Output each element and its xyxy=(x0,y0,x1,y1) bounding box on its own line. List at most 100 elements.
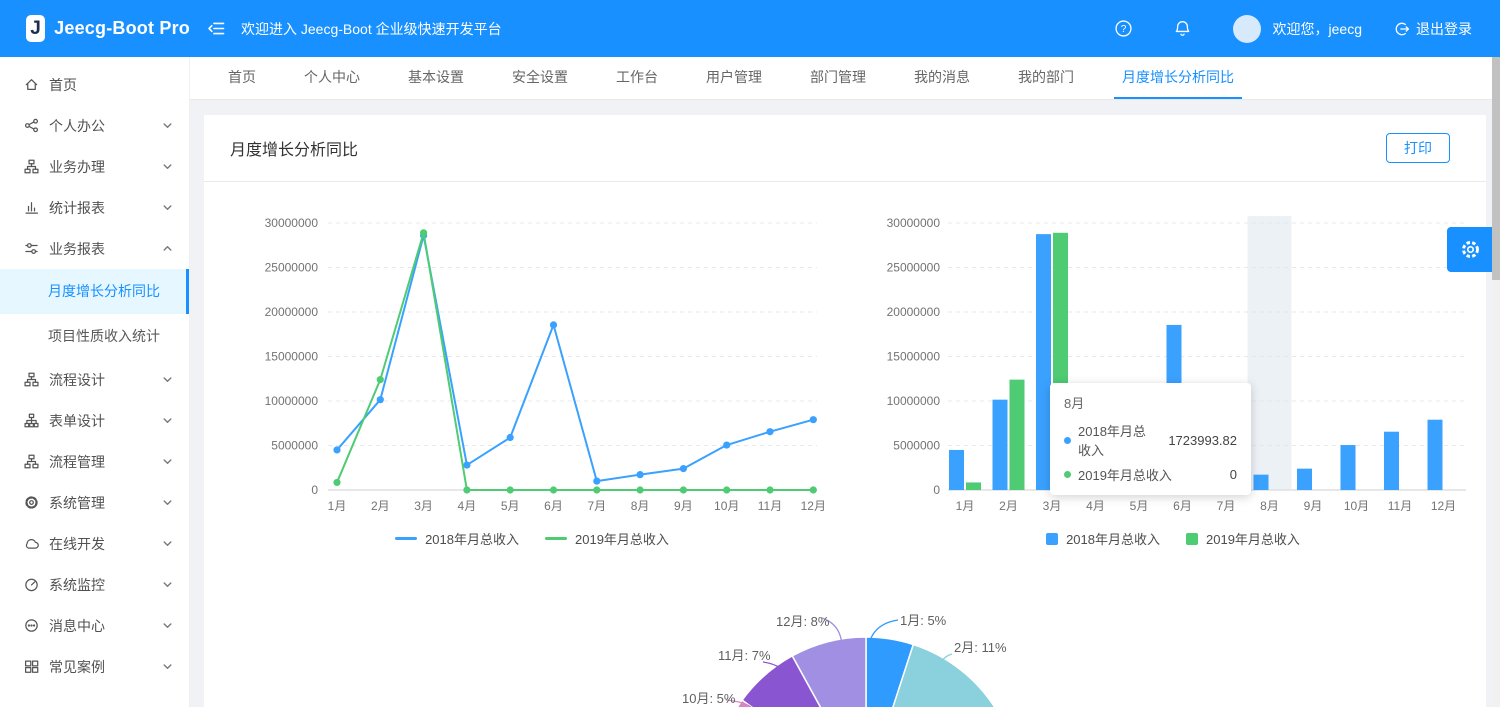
legend-item[interactable]: 2018年月总收入 xyxy=(395,529,519,548)
welcome-text: 欢迎进入 Jeecg-Boot 企业级快速开发平台 xyxy=(241,20,502,37)
tab-6[interactable]: 用户管理 xyxy=(698,57,770,99)
pie-label-2月: 2月: 11% xyxy=(954,640,1007,655)
bell-icon[interactable] xyxy=(1174,20,1191,38)
sidebar-item-3[interactable]: 业务办理 xyxy=(0,146,189,187)
tab-2[interactable]: 个人中心 xyxy=(296,57,368,99)
sidebar-item-13[interactable]: 常见案例 xyxy=(0,646,189,687)
line-chart-legend: 2018年月总收入 2019年月总收入 xyxy=(204,529,860,548)
highlighted-column xyxy=(1247,216,1292,490)
tab-bar: 首页 个人中心 基本设置 安全设置 工作台 用户管理 部门管理 我的消息 我的部门 月度增长分析同… xyxy=(190,57,1500,100)
logout-button[interactable]: 退出登录 xyxy=(1394,19,1472,39)
svg-text:0: 0 xyxy=(933,483,940,497)
sidebar-item-9[interactable]: 系统管理 xyxy=(0,482,189,523)
sidebar-item-11[interactable]: 系统监控 xyxy=(0,564,189,605)
svg-text:25000000: 25000000 xyxy=(265,261,319,275)
page-title: 月度增长分析同比 xyxy=(230,142,359,159)
svg-text:?: ? xyxy=(1120,24,1126,35)
chevron-down-icon xyxy=(162,661,173,672)
line-chart-svg: 0 5000000 10000000 15000000 20000000 25000000… xyxy=(265,216,826,513)
content: 月度增长分析同比 打印 0 5000000 10000000 15000000 2000… xyxy=(190,100,1500,707)
tab-10[interactable]: 月度增长分析同比 xyxy=(1114,57,1242,99)
series-dot-2018 xyxy=(1064,436,1071,444)
sidebar-item-7[interactable]: 表单设计 xyxy=(0,400,189,441)
chevron-down-icon xyxy=(162,415,173,426)
svg-text:4月: 4月 xyxy=(458,499,477,513)
chevron-down-icon xyxy=(162,161,173,172)
svg-text:20000000: 20000000 xyxy=(887,305,941,319)
svg-text:11月: 11月 xyxy=(758,499,782,513)
pie-label-11月: 11月: 7% xyxy=(718,648,771,663)
legend-item[interactable]: 2018年月总收入 xyxy=(1046,529,1160,548)
tab-3[interactable]: 基本设置 xyxy=(400,57,472,99)
sidebar-item-12[interactable]: 消息中心 xyxy=(0,605,189,646)
bar-chart[interactable]: 0 5000000 10000000 15000000 20000000 25000000… xyxy=(860,182,1486,560)
scrollbar[interactable] xyxy=(1492,57,1500,707)
pie-chart[interactable]: 1月: 5% 2月: 11% 10月: 5% 11月: 7% 12月: 8% xyxy=(600,600,1120,707)
svg-text:12月: 12月 xyxy=(1431,499,1456,513)
chevron-up-icon xyxy=(162,243,173,254)
main-area: 首页 个人中心 基本设置 安全设置 工作台 用户管理 部门管理 我的消息 我的部门 月度增长分析同… xyxy=(190,57,1500,707)
sidebar-subitem-2[interactable]: 项目性质收入统计 xyxy=(0,314,189,359)
cloud-icon xyxy=(25,539,39,549)
logo[interactable]: J Jeecg-Boot Pro xyxy=(0,15,190,42)
legend-marker xyxy=(1046,532,1059,545)
tooltip-series-label: 2019年月总收入 xyxy=(1078,468,1172,483)
svg-text:4月: 4月 xyxy=(1086,499,1105,513)
tab-8[interactable]: 我的消息 xyxy=(906,57,978,99)
user-greeting[interactable]: 欢迎您，jeecg xyxy=(1273,19,1362,39)
cluster-icon xyxy=(24,454,39,469)
home-icon xyxy=(25,79,38,90)
tab-4[interactable]: 安全设置 xyxy=(504,57,576,99)
chevron-down-icon xyxy=(162,120,173,131)
tooltip-row: 2018年月总收入 1723993.82 xyxy=(1064,421,1237,459)
tab-9[interactable]: 我的部门 xyxy=(1010,57,1082,99)
gear-icon xyxy=(1461,241,1479,258)
svg-text:9月: 9月 xyxy=(1304,499,1323,513)
svg-text:6月: 6月 xyxy=(1173,499,1192,513)
cluster-icon xyxy=(24,159,39,174)
help-icon[interactable]: ? xyxy=(1114,20,1132,37)
app-header: J Jeecg-Boot Pro 欢迎进入 Jeecg-Boot 企业级快速开发… xyxy=(0,0,1500,57)
svg-text:10000000: 10000000 xyxy=(887,394,941,408)
chevron-down-icon xyxy=(162,202,173,213)
logo-text: Jeecg-Boot Pro xyxy=(54,18,190,38)
chevron-down-icon xyxy=(162,579,173,590)
menu-fold-icon[interactable] xyxy=(207,20,226,37)
scrollbar-thumb[interactable] xyxy=(1492,57,1500,280)
logo-letter: J xyxy=(30,17,41,39)
tab-1[interactable]: 首页 xyxy=(220,57,264,99)
chevron-down-icon xyxy=(162,620,173,631)
gear-icon xyxy=(25,496,38,509)
legend-marker xyxy=(1186,532,1198,545)
chevron-down-icon xyxy=(162,374,173,385)
svg-text:25000000: 25000000 xyxy=(887,261,941,275)
pie-label-12月: 12月: 8% xyxy=(776,614,830,629)
legend-item[interactable]: 2019年月总收入 xyxy=(545,529,669,548)
svg-text:15000000: 15000000 xyxy=(265,350,319,364)
sidebar-item-5[interactable]: 业务报表 xyxy=(0,228,189,269)
legend-item[interactable]: 2019年月总收入 xyxy=(1186,529,1300,548)
print-button[interactable]: 打印 xyxy=(1386,133,1450,163)
tooltip-series-label: 2018年月总收入 xyxy=(1078,424,1146,458)
svg-text:5000000: 5000000 xyxy=(271,439,318,453)
sidebar-item-8[interactable]: 流程管理 xyxy=(0,441,189,482)
sidebar-item-4[interactable]: 统计报表 xyxy=(0,187,189,228)
tab-7[interactable]: 部门管理 xyxy=(802,57,874,99)
avatar[interactable] xyxy=(1232,14,1261,43)
dashboard-icon xyxy=(25,578,38,592)
logo-icon: J xyxy=(26,15,46,42)
settings-gear-button[interactable] xyxy=(1447,227,1493,272)
sidebar-item-1[interactable]: 首页 xyxy=(0,64,189,105)
line-chart[interactable]: 0 5000000 10000000 15000000 20000000 25000000… xyxy=(204,182,860,560)
sidebar-item-10[interactable]: 在线开发 xyxy=(0,523,189,564)
svg-text:1月: 1月 xyxy=(956,499,975,513)
svg-text:30000000: 30000000 xyxy=(887,216,941,230)
sidebar-item-6[interactable]: 流程设计 xyxy=(0,359,189,400)
svg-text:12月: 12月 xyxy=(801,499,826,513)
tab-5[interactable]: 工作台 xyxy=(608,57,666,99)
charts-row: 0 5000000 10000000 15000000 20000000 25000000… xyxy=(204,182,1486,560)
legend-marker xyxy=(395,537,418,540)
sidebar-subitem-1-active[interactable]: 月度增长分析同比 xyxy=(0,269,189,314)
svg-text:2月: 2月 xyxy=(999,499,1018,513)
sidebar-item-2[interactable]: 个人办公 xyxy=(0,105,189,146)
